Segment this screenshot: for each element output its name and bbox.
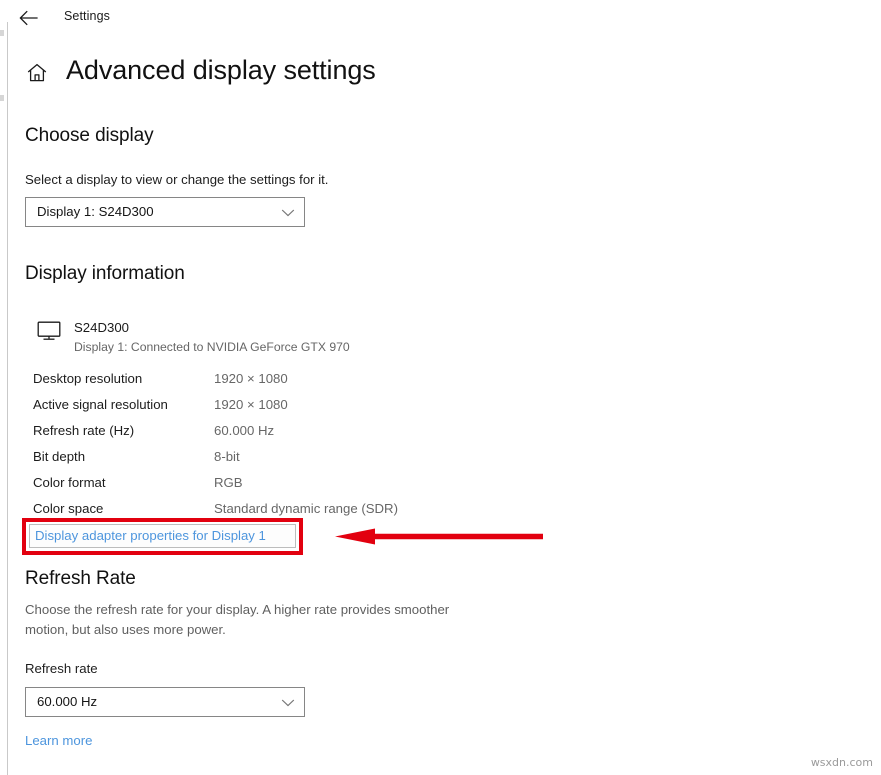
window-left-border [7,22,8,775]
table-row: Bit depth 8-bit [33,449,513,475]
display-select-value: Display 1: S24D300 [37,204,154,219]
detail-value: 8-bit [214,449,240,464]
table-row: Active signal resolution 1920 × 1080 [33,397,513,423]
back-button[interactable] [14,5,44,31]
home-icon[interactable] [25,61,49,85]
detail-label: Color format [33,475,106,490]
page-title: Advanced display settings [66,55,376,86]
refresh-rate-value: 60.000 Hz [37,694,97,709]
display-select-dropdown[interactable]: Display 1: S24D300 [25,197,305,227]
back-arrow-icon [19,10,39,26]
detail-label: Desktop resolution [33,371,142,386]
refresh-rate-dropdown[interactable]: 60.000 Hz [25,687,305,717]
chevron-down-icon [281,697,295,709]
detail-value: 1920 × 1080 [214,397,288,412]
titlebar-label: Settings [64,9,110,23]
detail-label: Refresh rate (Hz) [33,423,134,438]
learn-more-link[interactable]: Learn more [25,733,92,748]
window-edge-mark-lower [0,95,4,101]
monitor-name: S24D300 [74,320,129,335]
table-row: Color format RGB [33,475,513,501]
display-adapter-properties-link[interactable]: Display adapter properties for Display 1 [35,528,266,543]
refresh-rate-field-label: Refresh rate [25,661,98,676]
watermark: wsxdn.com [811,756,873,769]
detail-value: RGB [214,475,243,490]
chevron-down-icon [281,207,295,219]
detail-value: 60.000 Hz [214,423,274,438]
title-bar: Settings [0,0,881,38]
refresh-rate-description: Choose the refresh rate for your display… [25,600,455,640]
table-row: Desktop resolution 1920 × 1080 [33,371,513,397]
display-information-heading: Display information [25,263,185,285]
choose-display-description: Select a display to view or change the s… [25,172,328,187]
table-row: Refresh rate (Hz) 60.000 Hz [33,423,513,449]
detail-label: Active signal resolution [33,397,168,412]
detail-value: 1920 × 1080 [214,371,288,386]
choose-display-heading: Choose display [25,125,154,147]
refresh-rate-heading: Refresh Rate [25,568,136,590]
detail-label: Color space [33,501,103,516]
detail-value: Standard dynamic range (SDR) [214,501,398,516]
monitor-icon [36,320,62,342]
monitor-connection-text: Display 1: Connected to NVIDIA GeForce G… [74,340,350,354]
detail-label: Bit depth [33,449,85,464]
display-adapter-properties-link-container[interactable]: Display adapter properties for Display 1 [29,524,296,548]
left-arrow-annotation [333,527,543,546]
display-detail-table: Desktop resolution 1920 × 1080 Active si… [33,371,513,527]
